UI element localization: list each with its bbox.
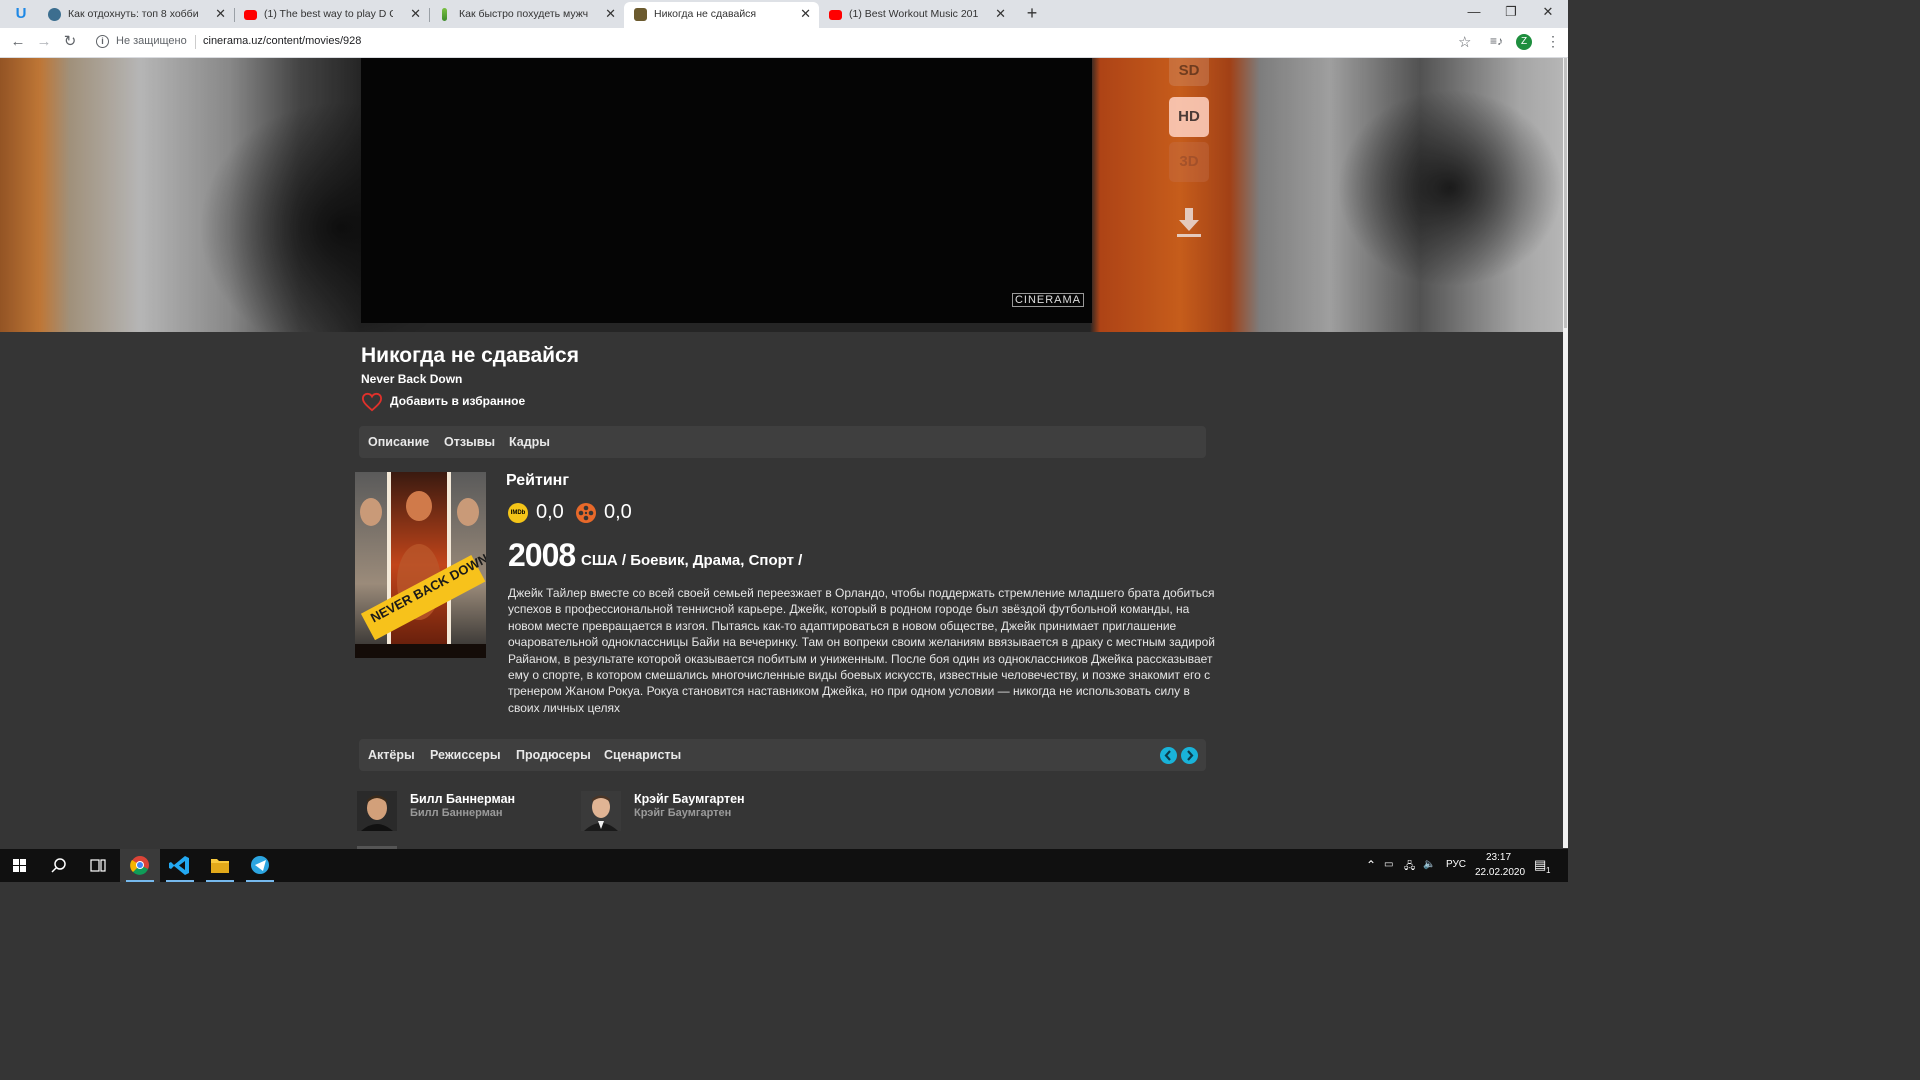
fire-icon xyxy=(442,8,447,21)
tab-producers[interactable]: Продюсеры xyxy=(516,748,591,762)
clock-time[interactable]: 23:17 xyxy=(1486,852,1511,863)
forward-arrow-icon[interactable]: → xyxy=(35,34,53,50)
imdb-icon: IMDb xyxy=(508,503,528,523)
info-icon[interactable]: i xyxy=(96,35,109,48)
back-arrow-icon[interactable]: ← xyxy=(9,34,27,50)
file-explorer-icon[interactable] xyxy=(200,849,240,882)
security-label: Не защищено xyxy=(116,35,187,47)
person-photo xyxy=(581,791,621,831)
language-indicator[interactable]: РУС xyxy=(1446,859,1466,870)
tray-chevron-up-icon[interactable]: ⌃ xyxy=(1366,858,1376,872)
address-toolbar: ← → ↻ i Не защищено cinerama.uz/content/… xyxy=(0,28,1568,58)
next-arrow-button[interactable] xyxy=(1181,747,1198,764)
close-icon[interactable]: ✕ xyxy=(410,2,421,26)
close-icon[interactable]: ✕ xyxy=(605,2,616,26)
video-player[interactable]: CINERAMA xyxy=(361,58,1092,323)
country-genres: США / Боевик, Драма, Спорт / xyxy=(581,552,803,569)
notification-icon[interactable]: ▤ xyxy=(1534,857,1546,873)
task-view-icon[interactable] xyxy=(78,849,118,882)
tab-title: Никогда не сдавайся xyxy=(654,8,757,20)
browser-tab-5[interactable]: (1) Best Workout Music 2019 🔥💪 ✕ xyxy=(819,2,1014,28)
imdb-rating-value: 0,0 xyxy=(536,501,564,523)
poster-image: NEVER BACK DOWN xyxy=(355,472,486,658)
tab-writers[interactable]: Сценаристы xyxy=(604,748,681,762)
person-subtitle: Крэйг Баумгартен xyxy=(634,807,732,819)
scrollbar-thumb[interactable] xyxy=(1564,58,1567,328)
hero-backdrop: CINERAMA SD HD 3D xyxy=(0,58,1563,332)
browser-tab-1[interactable]: Как отдохнуть: топ 8 хобби про ✕ xyxy=(38,2,234,28)
cinerama-rating-value: 0,0 xyxy=(604,501,632,523)
start-icon[interactable] xyxy=(0,849,40,882)
movie-original-title: Never Back Down xyxy=(361,372,463,386)
youtube-icon xyxy=(244,10,257,20)
person-photo xyxy=(357,791,397,831)
heart-icon xyxy=(361,392,383,412)
windows-taskbar: ⌃ ▭ 🖧 🔈 РУС 23:17 22.02.2020 ▤ 1 xyxy=(0,849,1568,882)
tab-title: Как отдохнуть: топ 8 хобби про xyxy=(68,8,198,20)
notification-count: 1 xyxy=(1546,866,1551,875)
close-icon[interactable]: ✕ xyxy=(215,2,226,26)
profile-avatar[interactable]: Z xyxy=(1516,34,1532,50)
movie-description: Джейк Тайлер вместе со всей своей семьей… xyxy=(508,586,1215,715)
extension-logo-icon[interactable]: U xyxy=(11,6,31,22)
chevron-right-icon xyxy=(1187,750,1194,761)
person-subtitle: Билл Баннерман xyxy=(410,807,503,819)
browser-tab-2[interactable]: (1) The best way to play D Chord ✕ xyxy=(234,2,429,28)
browser-tab-4[interactable]: Никогда не сдавайся ✕ xyxy=(624,2,819,28)
quality-hd-button[interactable]: HD xyxy=(1169,97,1209,137)
reload-icon[interactable]: ↻ xyxy=(61,34,79,50)
person-name: Билл Баннерман xyxy=(410,792,516,806)
cinerama-icon xyxy=(634,8,647,21)
vscode-icon[interactable] xyxy=(160,849,200,882)
person-name: Крэйг Баумгартен xyxy=(634,792,745,806)
people-tabs-panel: Актёры Режиссеры Продюсеры Сценаристы xyxy=(359,739,1206,771)
bookmark-star-icon[interactable]: ☆ xyxy=(1458,33,1471,51)
clock-date[interactable]: 22.02.2020 xyxy=(1475,867,1525,878)
info-tabs-panel: Описание Отзывы Кадры xyxy=(359,426,1206,458)
prev-arrow-button[interactable] xyxy=(1160,747,1177,764)
tab-actors[interactable]: Актёры xyxy=(368,748,415,762)
tab-title: Как быстро похудеть мужчине xyxy=(459,8,588,20)
film-reel-icon xyxy=(576,503,596,523)
tab-title: (1) Best Workout Music 2019 🔥💪 xyxy=(849,8,978,20)
tab-directors[interactable]: Режиссеры xyxy=(430,748,501,762)
network-icon[interactable]: 🖧 xyxy=(1404,859,1415,876)
youtube-icon xyxy=(829,10,842,20)
player-watermark: CINERAMA xyxy=(1011,293,1084,307)
telegram-icon[interactable] xyxy=(240,849,280,882)
favorite-label: Добавить в избранное xyxy=(390,394,526,408)
search-icon[interactable] xyxy=(39,849,79,882)
tab-title: (1) The best way to play D Chord xyxy=(264,8,393,20)
release-year: 2008 xyxy=(508,537,576,573)
close-icon[interactable]: ✕ xyxy=(800,2,811,26)
person-card[interactable]: Крэйг Баумгартен Крэйг Баумгартен xyxy=(581,791,781,831)
restore-icon[interactable]: ❐ xyxy=(1501,4,1521,20)
volume-icon[interactable]: 🔈 xyxy=(1423,859,1435,870)
battery-icon[interactable]: ▭ xyxy=(1384,859,1393,870)
close-icon[interactable]: ✕ xyxy=(995,2,1006,26)
new-tab-button[interactable]: + xyxy=(1022,4,1042,24)
quality-sd-button[interactable]: SD xyxy=(1169,58,1209,86)
omnibox-divider xyxy=(195,35,196,49)
minimize-icon[interactable]: — xyxy=(1464,4,1484,19)
tab-description[interactable]: Описание xyxy=(368,435,429,449)
movie-title: Никогда не сдавайся xyxy=(361,344,579,367)
close-window-icon[interactable]: ✕ xyxy=(1538,4,1558,20)
quality-3d-button[interactable]: 3D xyxy=(1169,142,1209,182)
chrome-icon[interactable] xyxy=(120,849,160,882)
browser-tab-strip: U Как отдохнуть: топ 8 хобби про ✕ (1) T… xyxy=(0,0,1568,28)
globe-icon xyxy=(48,8,61,21)
tab-frames[interactable]: Кадры xyxy=(509,435,550,449)
media-control-icon[interactable]: ≡♪ xyxy=(1490,34,1503,48)
download-icon[interactable] xyxy=(1174,206,1204,240)
browser-tab-3[interactable]: Как быстро похудеть мужчине ✕ xyxy=(429,2,624,28)
person-card[interactable]: Билл Баннерман Билл Баннерман xyxy=(357,791,557,831)
url-text[interactable]: cinerama.uz/content/movies/928 xyxy=(203,35,361,47)
rating-heading: Рейтинг xyxy=(506,472,570,489)
kebab-menu-icon[interactable]: ⋮ xyxy=(1546,33,1560,50)
tab-reviews[interactable]: Отзывы xyxy=(444,435,495,449)
chevron-left-icon xyxy=(1164,750,1171,761)
movie-poster[interactable]: NEVER BACK DOWN xyxy=(355,472,486,658)
omnibox[interactable]: i Не защищено cinerama.uz/content/movies… xyxy=(90,32,1480,53)
